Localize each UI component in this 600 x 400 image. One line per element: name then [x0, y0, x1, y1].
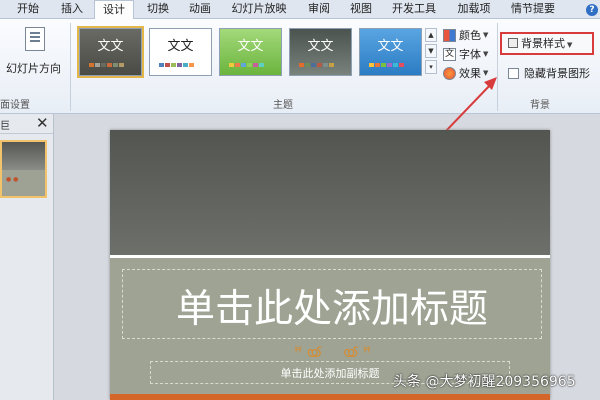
- theme-color-swatches: [229, 63, 264, 67]
- slides-pane-tab[interactable]: 巨: [0, 117, 10, 132]
- background-styles-button[interactable]: 背景样式 ▼: [500, 32, 594, 55]
- theme-sample-text: 文文: [97, 39, 124, 54]
- theme-sample-text: 文文: [377, 39, 404, 54]
- ribbon-design: 幻灯片方向 面设置 文文 文文 文文 文文 文文 ▲ ▼ ▾ 主题 颜色 ▼ 文…: [0, 19, 600, 114]
- hide-background-graphics[interactable]: 隐藏背景图形: [508, 65, 590, 81]
- slide-thumbnail-1[interactable]: ● ●: [0, 140, 47, 198]
- tab-developer[interactable]: 开发工具: [385, 0, 443, 19]
- slides-pane: 巨 ✕ ● ●: [0, 114, 54, 400]
- slides-pane-header: 巨 ✕: [0, 114, 53, 134]
- hide-background-checkbox[interactable]: [508, 67, 519, 79]
- palette-icon: [443, 28, 456, 42]
- tab-home[interactable]: 开始: [9, 0, 47, 19]
- theme-thumbnail-3[interactable]: 文文: [219, 28, 282, 76]
- tab-transitions[interactable]: 切换: [139, 0, 177, 19]
- theme-effects-button[interactable]: 效果 ▼: [443, 65, 488, 81]
- tab-insert[interactable]: 插入: [53, 0, 91, 19]
- slide-orientation-button[interactable]: 幻灯片方向: [6, 60, 61, 76]
- page-setup-group-label: 面设置: [0, 100, 30, 111]
- theme-color-swatches: [299, 63, 334, 67]
- group-divider: [497, 23, 498, 111]
- tab-design[interactable]: 设计: [94, 0, 134, 20]
- theme-thumbnail-4[interactable]: 文文: [289, 28, 352, 76]
- help-icon[interactable]: ?: [584, 0, 600, 19]
- thumbnail-ornament: ● ●: [6, 176, 19, 183]
- tab-addins[interactable]: 加载项: [451, 0, 497, 19]
- gallery-scroll-up-button[interactable]: ▲: [425, 28, 437, 42]
- theme-effects-label: 效果: [459, 67, 481, 80]
- theme-thumbnail-5[interactable]: 文文: [359, 28, 422, 76]
- gallery-scroll-down-button[interactable]: ▼: [425, 44, 437, 58]
- theme-thumbnail-2[interactable]: 文文: [149, 28, 212, 76]
- dropdown-arrow-icon: ▼: [567, 41, 573, 49]
- close-icon[interactable]: ✕: [36, 115, 49, 131]
- background-style-icon: [508, 38, 518, 48]
- thumbnail-header: [2, 142, 45, 170]
- slide-canvas[interactable]: 单击此处添加标题 ꟸ ൕ ൕ ꟸ 单击此处添加副标题: [110, 130, 550, 400]
- theme-color-swatches: [89, 63, 124, 67]
- tab-animations[interactable]: 动画: [181, 0, 219, 19]
- hide-background-label: 隐藏背景图形: [524, 67, 590, 80]
- dropdown-arrow-icon: ▼: [483, 31, 489, 39]
- theme-colors-label: 颜色: [459, 29, 481, 42]
- ornament-right-icon: ൕ ꟸ: [343, 345, 371, 361]
- background-group-label: 背景: [530, 100, 550, 111]
- theme-fonts-label: 字体: [459, 48, 481, 61]
- dropdown-arrow-icon: ▼: [483, 69, 489, 77]
- theme-gallery-scroll: ▲ ▼ ▾: [425, 28, 437, 76]
- group-divider: [70, 23, 71, 111]
- themes-group-label: 主题: [273, 100, 293, 111]
- background-styles-label: 背景样式: [521, 37, 565, 50]
- slide-title: 单击此处添加标题: [175, 287, 488, 332]
- title-placeholder[interactable]: 单击此处添加标题: [122, 269, 542, 339]
- dropdown-arrow-icon: ▼: [483, 50, 489, 58]
- slide-bottom-bar: [110, 394, 550, 400]
- theme-color-swatches: [369, 63, 404, 67]
- theme-fonts-button[interactable]: 文 字体 ▼: [443, 46, 488, 62]
- theme-sample-text: 文文: [307, 39, 334, 54]
- slide-header-band: [110, 130, 550, 255]
- font-icon: 文: [443, 47, 456, 61]
- theme-colors-button[interactable]: 颜色 ▼: [443, 27, 488, 43]
- watermark: 头条 @大梦初醒209356965: [393, 374, 576, 390]
- slide-orientation-icon[interactable]: [25, 27, 45, 51]
- ribbon-tab-bar: 开始 插入 设计 切换 动画 幻灯片放映 审阅 视图 开发工具 加载项 情节提要…: [0, 0, 600, 20]
- theme-thumbnail-1[interactable]: 文文: [77, 26, 144, 78]
- effects-icon: [443, 66, 456, 80]
- tab-storyboard[interactable]: 情节提要: [505, 0, 561, 19]
- ornament-left-icon: ꟸ ൕ: [294, 345, 322, 361]
- tab-view[interactable]: 视图: [344, 0, 378, 19]
- theme-color-swatches: [159, 63, 194, 67]
- tab-review[interactable]: 审阅: [302, 0, 336, 19]
- theme-sample-text: 文文: [167, 39, 194, 54]
- theme-sample-text: 文文: [237, 39, 264, 54]
- tab-slideshow[interactable]: 幻灯片放映: [226, 0, 292, 19]
- gallery-more-button[interactable]: ▾: [425, 60, 437, 74]
